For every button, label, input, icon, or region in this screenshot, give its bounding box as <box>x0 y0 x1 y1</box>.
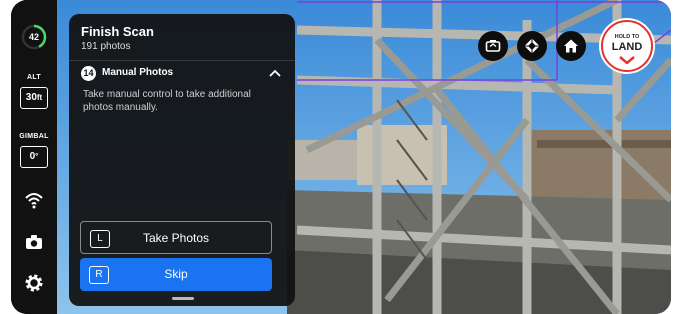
gimbal-readout: 0° <box>20 146 48 168</box>
wifi-icon[interactable] <box>24 190 44 210</box>
panel-title: Finish Scan <box>81 24 154 39</box>
gimbal-label: GIMBAL <box>19 133 49 140</box>
chevron-up-icon[interactable] <box>269 69 281 77</box>
land-label: LAND <box>611 41 643 53</box>
altitude-unit: ft <box>36 93 43 102</box>
left-status-rail: 42 ALT 30ft GIMBAL 0° <box>11 0 57 314</box>
finish-scan-panel: Finish Scan 191 photos 14 Manual Photos … <box>69 14 295 306</box>
chevron-down-icon <box>619 56 635 64</box>
step-description: Take manual control to take additional p… <box>83 89 251 113</box>
step-title: Manual Photos <box>102 67 174 78</box>
settings-gear-icon[interactable] <box>24 273 44 293</box>
panel-drag-handle[interactable] <box>172 297 194 300</box>
hold-to-land-button[interactable]: HOLD TO LAND <box>599 18 655 74</box>
photo-count: 191 photos <box>81 41 131 52</box>
battery-percent: 42 <box>28 32 39 42</box>
camera-switch-button[interactable] <box>478 31 508 61</box>
return-home-button[interactable] <box>556 31 586 61</box>
drone-app-screen: 42 ALT 30ft GIMBAL 0° Finish Scan 191 ph… <box>11 0 671 314</box>
take-photos-label: Take Photos <box>142 231 210 245</box>
altitude-value: 30 <box>25 92 37 103</box>
skip-label: Skip <box>164 267 188 281</box>
camera-switch-icon <box>485 40 501 52</box>
dpad-button[interactable] <box>517 31 547 61</box>
camera-icon[interactable] <box>24 232 44 252</box>
home-icon <box>564 39 578 53</box>
step-number-badge: 14 <box>81 66 96 81</box>
gimbal-unit: ° <box>35 152 39 161</box>
take-photos-button[interactable]: L Take Photos <box>80 221 272 254</box>
altitude-readout: 30ft <box>20 87 48 109</box>
panel-divider <box>69 60 295 61</box>
dpad-icon <box>524 38 540 54</box>
land-hint: HOLD TO <box>614 34 640 40</box>
altitude-label: ALT <box>27 74 41 81</box>
skip-button[interactable]: R Skip <box>80 258 272 291</box>
